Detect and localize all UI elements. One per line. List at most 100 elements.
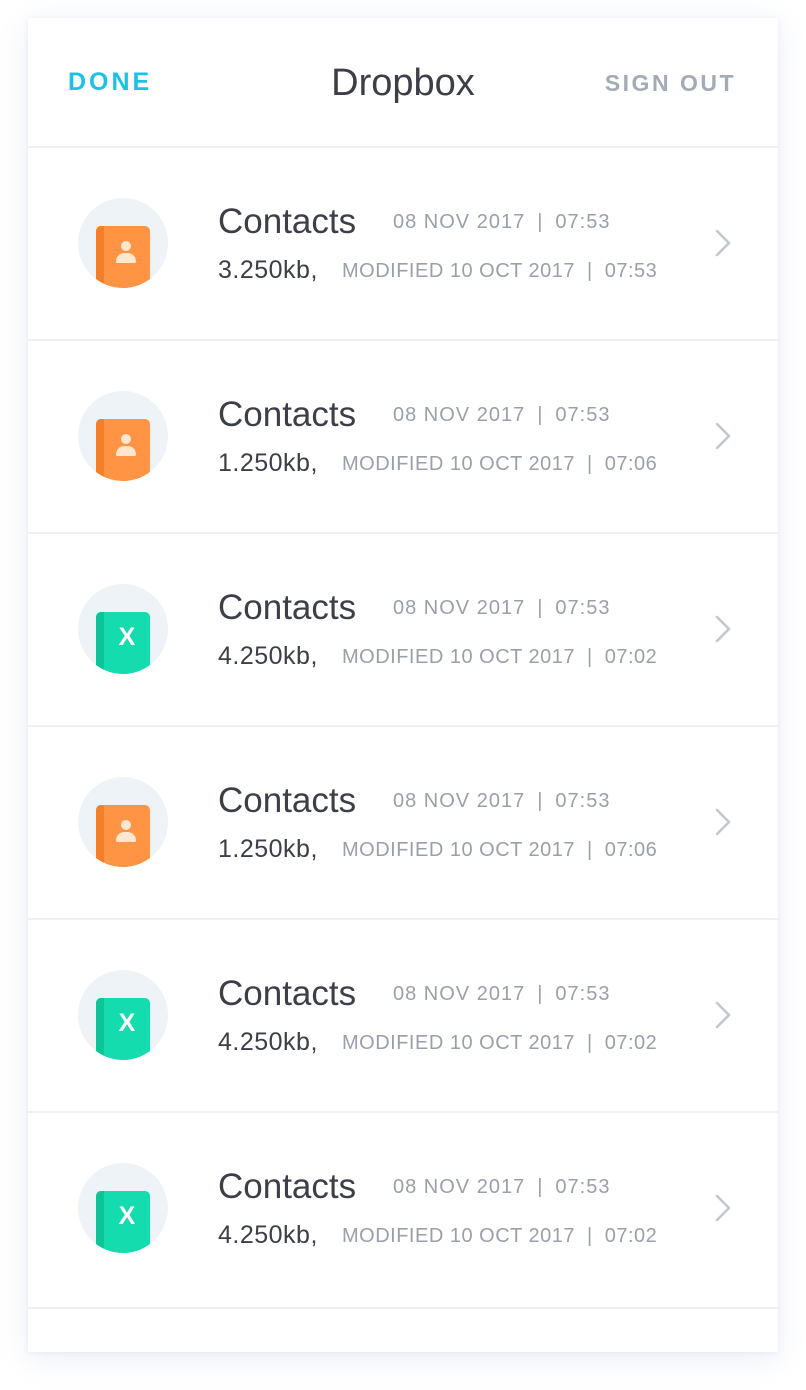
contact-book-icon <box>96 805 150 867</box>
modified-time: 07:06 <box>604 839 658 861</box>
person-icon <box>115 241 137 265</box>
modified-time: 07:02 <box>604 646 658 668</box>
file-icon-badge <box>78 198 168 288</box>
file-date-value: 08 NOV 2017 <box>393 211 526 233</box>
chevron-right-icon[interactable] <box>708 1193 738 1223</box>
book-spine <box>96 226 104 288</box>
book-spine <box>96 998 104 1060</box>
book-spine <box>96 805 104 867</box>
separator: | <box>537 597 544 619</box>
file-time-value: 07:53 <box>555 211 611 233</box>
header-bar: DONE Dropbox SIGN OUT <box>28 18 778 148</box>
file-name: Contacts <box>218 202 357 241</box>
file-modified: MODIFIED 10 OCT 2017 | 07:06 <box>342 839 657 862</box>
contact-book-icon <box>96 226 150 288</box>
file-row[interactable]: Contacts 08 NOV 2017 | 07:53 3.250kb, MODI… <box>28 148 778 341</box>
modified-label: MODIFIED 10 OCT 2017 <box>342 1032 576 1054</box>
modified-time: 07:06 <box>604 453 658 475</box>
modified-label: MODIFIED 10 OCT 2017 <box>342 453 576 475</box>
modified-label: MODIFIED 10 OCT 2017 <box>342 1225 576 1247</box>
separator: | <box>587 1225 593 1247</box>
file-name: Contacts <box>218 1167 357 1206</box>
modified-time: 07:02 <box>604 1032 658 1054</box>
file-modified: MODIFIED 10 OCT 2017 | 07:02 <box>342 646 657 669</box>
separator: | <box>537 404 544 426</box>
file-name: Contacts <box>218 781 357 820</box>
separator: | <box>587 646 593 668</box>
file-icon-badge <box>78 777 168 867</box>
file-icon-badge <box>78 391 168 481</box>
file-size: 3.250kb, <box>218 256 318 284</box>
file-icon-badge: X <box>78 1163 168 1253</box>
file-size: 1.250kb, <box>218 835 318 863</box>
separator: | <box>537 1176 544 1198</box>
file-icon-badge: X <box>78 584 168 674</box>
book-spine <box>96 612 104 674</box>
separator: | <box>587 260 593 282</box>
file-time-value: 07:53 <box>555 404 611 426</box>
file-date-value: 08 NOV 2017 <box>393 404 526 426</box>
file-date-value: 08 NOV 2017 <box>393 983 526 1005</box>
file-row[interactable]: X Contacts 08 NOV 2017 | 07:53 4.250kb, MO… <box>28 920 778 1113</box>
file-time-value: 07:53 <box>555 1176 611 1198</box>
book-spine <box>96 1191 104 1253</box>
file-date: 08 NOV 2017 | 07:53 <box>393 1176 610 1199</box>
chevron-right-icon[interactable] <box>708 614 738 644</box>
file-date: 08 NOV 2017 | 07:53 <box>393 597 610 620</box>
book-spine <box>96 419 104 481</box>
file-modified: MODIFIED 10 OCT 2017 | 07:53 <box>342 260 657 283</box>
modified-label: MODIFIED 10 OCT 2017 <box>342 839 576 861</box>
file-modified: MODIFIED 10 OCT 2017 | 07:06 <box>342 453 657 476</box>
excel-book-icon: X <box>96 612 150 674</box>
dropbox-panel: DONE Dropbox SIGN OUT Contacts 08 NOV 20… <box>28 18 778 1352</box>
person-icon <box>115 820 137 844</box>
contact-book-icon <box>96 419 150 481</box>
file-name: Contacts <box>218 588 357 627</box>
modified-label: MODIFIED 10 OCT 2017 <box>342 260 576 282</box>
chevron-right-icon[interactable] <box>708 1000 738 1030</box>
file-date-value: 08 NOV 2017 <box>393 597 526 619</box>
file-row[interactable]: Contacts 08 NOV 2017 | 07:53 1.250kb, MODI… <box>28 341 778 534</box>
chevron-right-icon[interactable] <box>708 228 738 258</box>
file-list: Contacts 08 NOV 2017 | 07:53 3.250kb, MODI… <box>28 148 778 1309</box>
excel-book-icon: X <box>96 998 150 1060</box>
file-date-value: 08 NOV 2017 <box>393 1176 526 1198</box>
sign-out-button[interactable]: SIGN OUT <box>605 70 736 97</box>
file-date: 08 NOV 2017 | 07:53 <box>393 983 610 1006</box>
file-row[interactable]: X Contacts 08 NOV 2017 | 07:53 4.250kb, MO… <box>28 534 778 727</box>
file-name: Contacts <box>218 974 357 1013</box>
file-size: 1.250kb, <box>218 449 318 477</box>
file-size: 4.250kb, <box>218 1221 318 1249</box>
file-size: 4.250kb, <box>218 1028 318 1056</box>
modified-time: 07:02 <box>604 1225 658 1247</box>
file-date: 08 NOV 2017 | 07:53 <box>393 211 610 234</box>
file-icon-badge: X <box>78 970 168 1060</box>
modified-time: 07:53 <box>604 260 658 282</box>
file-date: 08 NOV 2017 | 07:53 <box>393 404 610 427</box>
file-row[interactable]: Contacts 08 NOV 2017 | 07:53 1.250kb, MODI… <box>28 727 778 920</box>
file-time-value: 07:53 <box>555 983 611 1005</box>
separator: | <box>587 453 593 475</box>
file-modified: MODIFIED 10 OCT 2017 | 07:02 <box>342 1225 657 1248</box>
file-time-value: 07:53 <box>555 597 611 619</box>
separator: | <box>537 983 544 1005</box>
chevron-right-icon[interactable] <box>708 421 738 451</box>
file-date: 08 NOV 2017 | 07:53 <box>393 790 610 813</box>
file-time-value: 07:53 <box>555 790 611 812</box>
file-size: 4.250kb, <box>218 642 318 670</box>
separator: | <box>537 790 544 812</box>
separator: | <box>537 211 544 233</box>
excel-x-glyph: X <box>118 623 136 651</box>
modified-label: MODIFIED 10 OCT 2017 <box>342 646 576 668</box>
separator: | <box>587 839 593 861</box>
person-icon <box>115 434 137 458</box>
file-modified: MODIFIED 10 OCT 2017 | 07:02 <box>342 1032 657 1055</box>
file-date-value: 08 NOV 2017 <box>393 790 526 812</box>
excel-book-icon: X <box>96 1191 150 1253</box>
separator: | <box>587 1032 593 1054</box>
excel-x-glyph: X <box>118 1009 136 1037</box>
file-row[interactable]: X Contacts 08 NOV 2017 | 07:53 4.250kb, MO… <box>28 1113 778 1309</box>
file-name: Contacts <box>218 395 357 434</box>
excel-x-glyph: X <box>118 1202 136 1230</box>
chevron-right-icon[interactable] <box>708 807 738 837</box>
